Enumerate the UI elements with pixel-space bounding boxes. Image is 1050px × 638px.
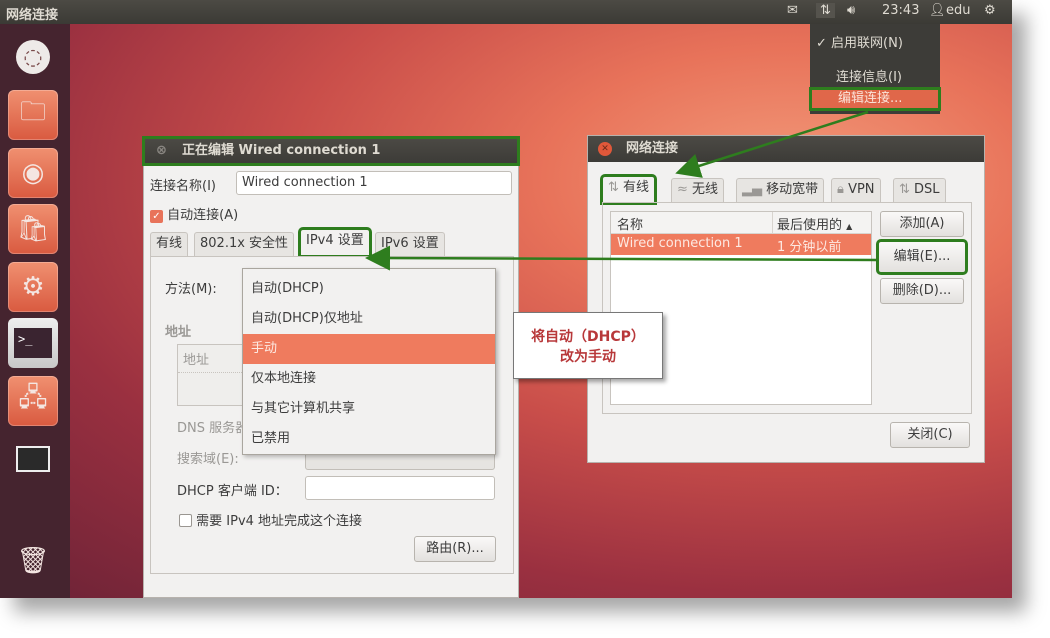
callout-line-2: 改为手动 [560, 349, 616, 365]
tab-8021x-security[interactable]: 802.1x 安全性 [194, 232, 295, 256]
software-center-icon[interactable]: 🛍︎ [8, 204, 58, 254]
connection-name-label: 连接名称(I) [150, 179, 216, 194]
row-name: Wired connection 1 [617, 236, 743, 251]
callout-line-1: 将自动（DHCP） [531, 329, 645, 345]
edit-button[interactable]: 编辑(E)... [876, 239, 968, 275]
mail-icon[interactable]: ✉ [787, 3, 798, 18]
system-settings-icon[interactable]: ⚙ [8, 262, 58, 312]
dash-home-icon[interactable]: ◌ [8, 32, 58, 82]
method-option-auto-dhcp[interactable]: 自动(DHCP) [243, 274, 495, 304]
app-title: 网络连接 [6, 8, 59, 23]
column-header-last-used[interactable]: 最后使用的 ▲ [773, 212, 871, 234]
volume-icon[interactable]: 🔊︎ [847, 3, 855, 18]
lock-icon: 🔒︎ [837, 182, 844, 197]
clock[interactable]: 23:43 [882, 3, 919, 18]
tab-vpn[interactable]: 🔒︎ VPN [831, 178, 881, 202]
method-option-auto-dhcp-address-only[interactable]: 自动(DHCP)仅地址 [243, 304, 495, 334]
tab-wired[interactable]: 有线 [150, 232, 189, 256]
dhcp-client-id-label: DHCP 客户端 ID： [177, 484, 288, 499]
wired-icon: ⇅ [608, 180, 619, 195]
row-last-used: 1 分钟以前 [777, 240, 842, 255]
menu-item-connection-info[interactable]: 连接信息(I) [836, 66, 902, 85]
dsl-icon: ⇅ [899, 182, 910, 197]
menu-item-edit-connections[interactable]: 编辑连接... [809, 87, 941, 111]
gear-power-icon[interactable]: ⚙ [984, 3, 996, 18]
connection-name-input[interactable]: Wired connection 1 [236, 171, 512, 195]
desktop: 网络连接 ✉ ⇅ 🔊︎ 23:43 👤︎ edu ⚙ ✓ 启用联网(N) 连接信… [0, 0, 1012, 598]
close-icon[interactable]: ✕ [598, 142, 612, 156]
network-window-title: 网络连接 [626, 141, 679, 156]
network-updown-icon[interactable]: ⇅ [816, 3, 835, 18]
method-option-disabled[interactable]: 已禁用 [243, 424, 495, 454]
network-workspace-icon[interactable]: 🖧︎ [8, 376, 58, 426]
dhcp-client-id-input[interactable] [305, 476, 495, 500]
check-icon: ✓ [816, 36, 827, 51]
network-window-titlebar[interactable]: ✕ 网络连接 [588, 136, 984, 162]
user-icon: 👤︎ [929, 3, 946, 18]
delete-button[interactable]: 删除(D)... [880, 278, 964, 304]
edit-window-titlebar[interactable]: ⊗ 正在编辑 Wired connection 1 [142, 136, 520, 166]
top-panel: 网络连接 ✉ ⇅ 🔊︎ 23:43 👤︎ edu ⚙ [0, 0, 1012, 24]
firefox-icon[interactable]: ◉ [8, 148, 58, 198]
checkbox-checked-icon: ✓ [150, 210, 163, 223]
network-connections-window: ✕ 网络连接 ⇅ 有线 ≈ 无线 ▂▄ 移动宽带 🔒︎ VPN ⇅ DSL 名称… [587, 135, 985, 463]
signal-bars-icon: ▂▄ [742, 182, 762, 197]
network-menu: ✓ 启用联网(N) 连接信息(I) 编辑连接... [809, 24, 941, 114]
method-option-shared[interactable]: 与其它计算机共享 [243, 394, 495, 424]
tab-wired[interactable]: ⇅ 有线 [599, 174, 658, 205]
files-icon[interactable]: 🗀︎ [8, 90, 58, 140]
tab-dsl[interactable]: ⇅ DSL [893, 178, 946, 202]
require-ipv4-checkbox[interactable]: 需要 IPv4 地址完成这个连接 [179, 510, 362, 529]
close-button[interactable]: 关闭(C) [890, 422, 970, 448]
tab-ipv4-settings[interactable]: IPv4 设置 [298, 227, 372, 258]
wireless-icon: ≈ [677, 182, 688, 197]
table-row[interactable]: Wired connection 1 1 分钟以前 [611, 234, 871, 255]
sort-ascending-icon: ▲ [846, 222, 853, 231]
tab-mobile-broadband[interactable]: ▂▄ 移动宽带 [736, 178, 825, 202]
routes-button[interactable]: 路由(R)... [414, 536, 496, 562]
tab-wireless[interactable]: ≈ 无线 [671, 178, 725, 202]
workspace-switcher-icon[interactable] [8, 434, 58, 484]
terminal-icon[interactable]: >_ [8, 318, 58, 368]
tab-ipv6-settings[interactable]: IPv6 设置 [375, 232, 445, 256]
method-dropdown: 自动(DHCP) 自动(DHCP)仅地址 手动 仅本地连接 与其它计算机共享 已… [242, 268, 496, 455]
column-header-name[interactable]: 名称 [611, 212, 773, 234]
user-name[interactable]: edu [946, 3, 971, 18]
edit-window-title: 正在编辑 Wired connection 1 [182, 143, 381, 158]
trash-icon[interactable]: 🗑︎ [8, 536, 58, 586]
method-option-link-local[interactable]: 仅本地连接 [243, 364, 495, 394]
method-option-manual[interactable]: 手动 [243, 334, 495, 364]
dns-servers-label: DNS 服务器 [177, 421, 249, 436]
search-domains-label: 搜索域(E): [177, 452, 239, 467]
method-label: 方法(M): [165, 282, 217, 297]
launcher: ◌ 🗀︎ ◉ 🛍︎ ⚙ >_ 🖧︎ 🗑︎ [0, 24, 70, 598]
add-button[interactable]: 添加(A) [880, 211, 964, 237]
menu-item-enable-networking[interactable]: ✓ 启用联网(N) [816, 32, 903, 51]
annotation-callout: 将自动（DHCP） 改为手动 [513, 312, 663, 379]
checkbox-unchecked-icon [179, 514, 192, 527]
address-section-label: 地址 [165, 325, 192, 340]
close-icon[interactable]: ⊗ [156, 138, 167, 164]
auto-connect-checkbox[interactable]: ✓ 自动连接(A) [150, 204, 238, 223]
